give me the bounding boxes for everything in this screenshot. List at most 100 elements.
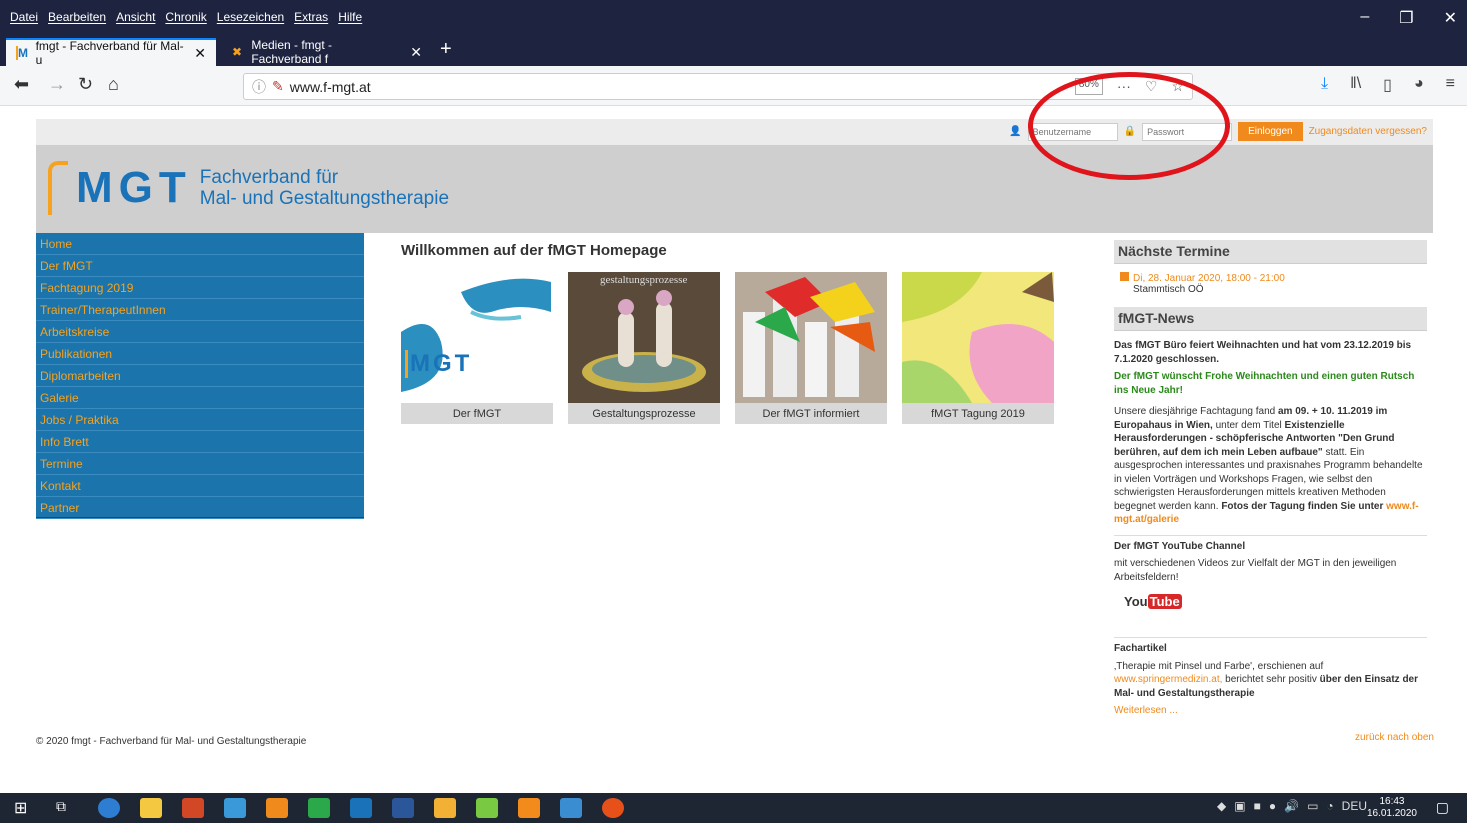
tile-image xyxy=(735,272,887,403)
forgot-credentials-link[interactable]: Zugangsdaten vergessen? xyxy=(1309,126,1427,137)
file-explorer-icon[interactable] xyxy=(140,798,162,818)
menu-hilfe[interactable]: Hilfe xyxy=(338,10,362,24)
menu-chronik[interactable]: Chronik xyxy=(165,10,206,24)
tray-icon[interactable]: ■ xyxy=(1254,799,1261,813)
forward-icon[interactable]: → xyxy=(48,74,66,95)
red-highlight-ellipse xyxy=(1028,72,1230,180)
download-icon[interactable]: ⤓ xyxy=(1321,75,1328,95)
extension-icon[interactable]: ◕ xyxy=(1414,75,1424,95)
tile-gestaltungsprozesse[interactable]: gestaltungsprozesse Gestaltungsprozesse xyxy=(568,272,720,424)
nav-item[interactable]: Diplomarbeiten xyxy=(36,365,364,387)
article-text: berichtet sehr positiv xyxy=(1225,674,1317,685)
clock[interactable]: 16:43 16.01.2020 xyxy=(1367,796,1417,820)
tab-medien[interactable]: ✖ Medien - fmgt - Fachverband f ✕ xyxy=(222,38,432,66)
menu-hamburger-icon[interactable]: ≡ xyxy=(1446,75,1455,95)
tile-image-text: gestaltungsprozesse xyxy=(600,274,688,286)
nav-item[interactable]: Info Brett xyxy=(36,431,364,453)
logo-f-mark xyxy=(48,161,68,215)
news-text: Unsere diesjährige Fachtagung fand xyxy=(1114,406,1276,417)
nav-item[interactable]: Fachtagung 2019 xyxy=(36,277,364,299)
tile-der-fmgt[interactable]: MGT Der fMGT xyxy=(401,272,553,424)
app-icon[interactable] xyxy=(224,798,246,818)
paper-rolls-image xyxy=(735,272,887,403)
main-navigation: Home Der fMGT Fachtagung 2019 Trainer/Thera… xyxy=(36,233,364,519)
app-icon[interactable] xyxy=(560,798,582,818)
youtube-logo[interactable]: You Tube xyxy=(1124,594,1427,609)
help-icon[interactable] xyxy=(98,798,120,818)
nav-item[interactable]: Publikationen xyxy=(36,343,364,365)
footer-copyright: © 2020 fmgt - Fachverband für Mal- und G… xyxy=(36,736,307,747)
close-window-icon[interactable]: ✕ xyxy=(1444,8,1457,28)
reload-icon[interactable]: ↻ xyxy=(78,74,93,95)
toolbar-right: ⤓ ‖\ ▯ ◕ ≡ xyxy=(1321,75,1455,95)
app-icon[interactable] xyxy=(476,798,498,818)
notification-icon[interactable]: ▢ xyxy=(1436,799,1449,816)
right-column: Nächste Termine Di, 28. Januar 2020, 18:… xyxy=(1114,240,1427,722)
task-view-icon[interactable]: ⧉ xyxy=(56,798,78,818)
tile-informiert[interactable]: Der fMGT informiert xyxy=(735,272,887,424)
menu-datei[interactable]: Datei xyxy=(10,10,38,24)
event-item[interactable]: Di, 28. Januar 2020, 18:00 - 21:00 xyxy=(1114,272,1427,284)
tile-image: MGT xyxy=(401,272,553,403)
youtube-you: You xyxy=(1124,594,1148,609)
word-icon[interactable] xyxy=(392,798,414,818)
vlc-icon[interactable] xyxy=(266,798,288,818)
wifi-icon[interactable]: ◔ xyxy=(1326,799,1333,813)
weiterlesen-link[interactable]: Weiterlesen ... xyxy=(1114,704,1427,718)
menu-extras[interactable]: Extras xyxy=(294,10,328,24)
back-to-top-link[interactable]: zurück nach oben xyxy=(1355,732,1434,743)
close-tab-icon[interactable]: ✕ xyxy=(194,45,206,62)
youtube-tube: Tube xyxy=(1147,594,1182,609)
minimize-icon[interactable]: – xyxy=(1360,8,1369,28)
close-tab-icon[interactable]: ✕ xyxy=(410,44,422,61)
paint-colors-image xyxy=(902,272,1054,403)
home-icon[interactable]: ⌂ xyxy=(108,74,119,95)
nav-item[interactable]: Jobs / Praktika xyxy=(36,409,364,431)
nav-item[interactable]: Trainer/TherapeutInnen xyxy=(36,299,364,321)
back-icon[interactable]: ⬅ xyxy=(14,74,29,95)
nav-item[interactable]: Der fMGT xyxy=(36,255,364,277)
menu-lesezeichen[interactable]: Lesezeichen xyxy=(217,10,284,24)
volume-icon[interactable]: 🔊 xyxy=(1284,799,1299,813)
nav-item[interactable]: Galerie xyxy=(36,387,364,409)
site-logo[interactable]: MGT Fachverband für Mal- und Gestaltungs… xyxy=(48,161,449,215)
nav-item[interactable]: Partner xyxy=(36,497,364,519)
tracking-icon[interactable]: ✎ xyxy=(272,78,284,95)
app-icon[interactable] xyxy=(308,798,330,818)
restore-icon[interactable]: ❐ xyxy=(1399,8,1413,28)
article-text: ‚Therapie mit Pinsel und Farbe', erschie… xyxy=(1114,660,1324,672)
nav-item[interactable]: Home xyxy=(36,233,364,255)
tray-icon[interactable]: ● xyxy=(1269,799,1276,813)
windows-start-icon[interactable]: ⊞ xyxy=(14,798,36,818)
app-icon[interactable] xyxy=(434,798,456,818)
tray-icon[interactable]: ◆ xyxy=(1217,799,1226,813)
battery-icon[interactable]: ▭ xyxy=(1307,799,1318,813)
tile-tagung[interactable]: fMGT Tagung 2019 xyxy=(902,272,1054,424)
menu-bearbeiten[interactable]: Bearbeiten xyxy=(48,10,106,24)
language-indicator[interactable]: DEU xyxy=(1342,799,1367,813)
nav-item[interactable]: Termine xyxy=(36,453,364,475)
event-title: Stammtisch OÖ xyxy=(1133,284,1204,295)
login-button[interactable]: Einloggen xyxy=(1238,122,1303,141)
divider xyxy=(1114,534,1427,536)
edge-icon[interactable] xyxy=(350,798,372,818)
nav-item[interactable]: Arbeitskreise xyxy=(36,321,364,343)
nav-item[interactable]: Kontakt xyxy=(36,475,364,497)
tile-caption: Der fMGT informiert xyxy=(735,403,887,424)
powerpoint-icon[interactable] xyxy=(182,798,204,818)
info-icon[interactable]: ⓘ xyxy=(252,77,266,97)
tray-icon[interactable]: ▣ xyxy=(1234,799,1245,813)
app-icon[interactable] xyxy=(518,798,540,818)
windows-taskbar: ⊞ ⧉ ◆ ▣ ■ ● 🔊 ▭ ◔ DEU 16:43 16.01.2020 ▢ xyxy=(0,793,1467,823)
springer-link[interactable]: www.springermedizin.at, xyxy=(1114,674,1222,685)
fmgt-favicon-icon: M xyxy=(16,46,28,60)
sidebar-icon[interactable]: ▯ xyxy=(1383,75,1392,95)
tab-fmgt[interactable]: M fmgt - Fachverband für Mal- u ✕ xyxy=(6,38,216,67)
menu-list: Datei Bearbeiten Ansicht Chronik Lesezeichen… xyxy=(10,10,362,24)
new-tab-icon[interactable]: + xyxy=(440,38,452,61)
clock-time: 16:43 xyxy=(1379,796,1405,807)
firefox-icon[interactable] xyxy=(602,798,624,818)
library-icon[interactable]: ‖\ xyxy=(1350,75,1361,95)
menu-ansicht[interactable]: Ansicht xyxy=(116,10,155,24)
taskbar-apps: ⊞ ⧉ xyxy=(14,798,624,818)
